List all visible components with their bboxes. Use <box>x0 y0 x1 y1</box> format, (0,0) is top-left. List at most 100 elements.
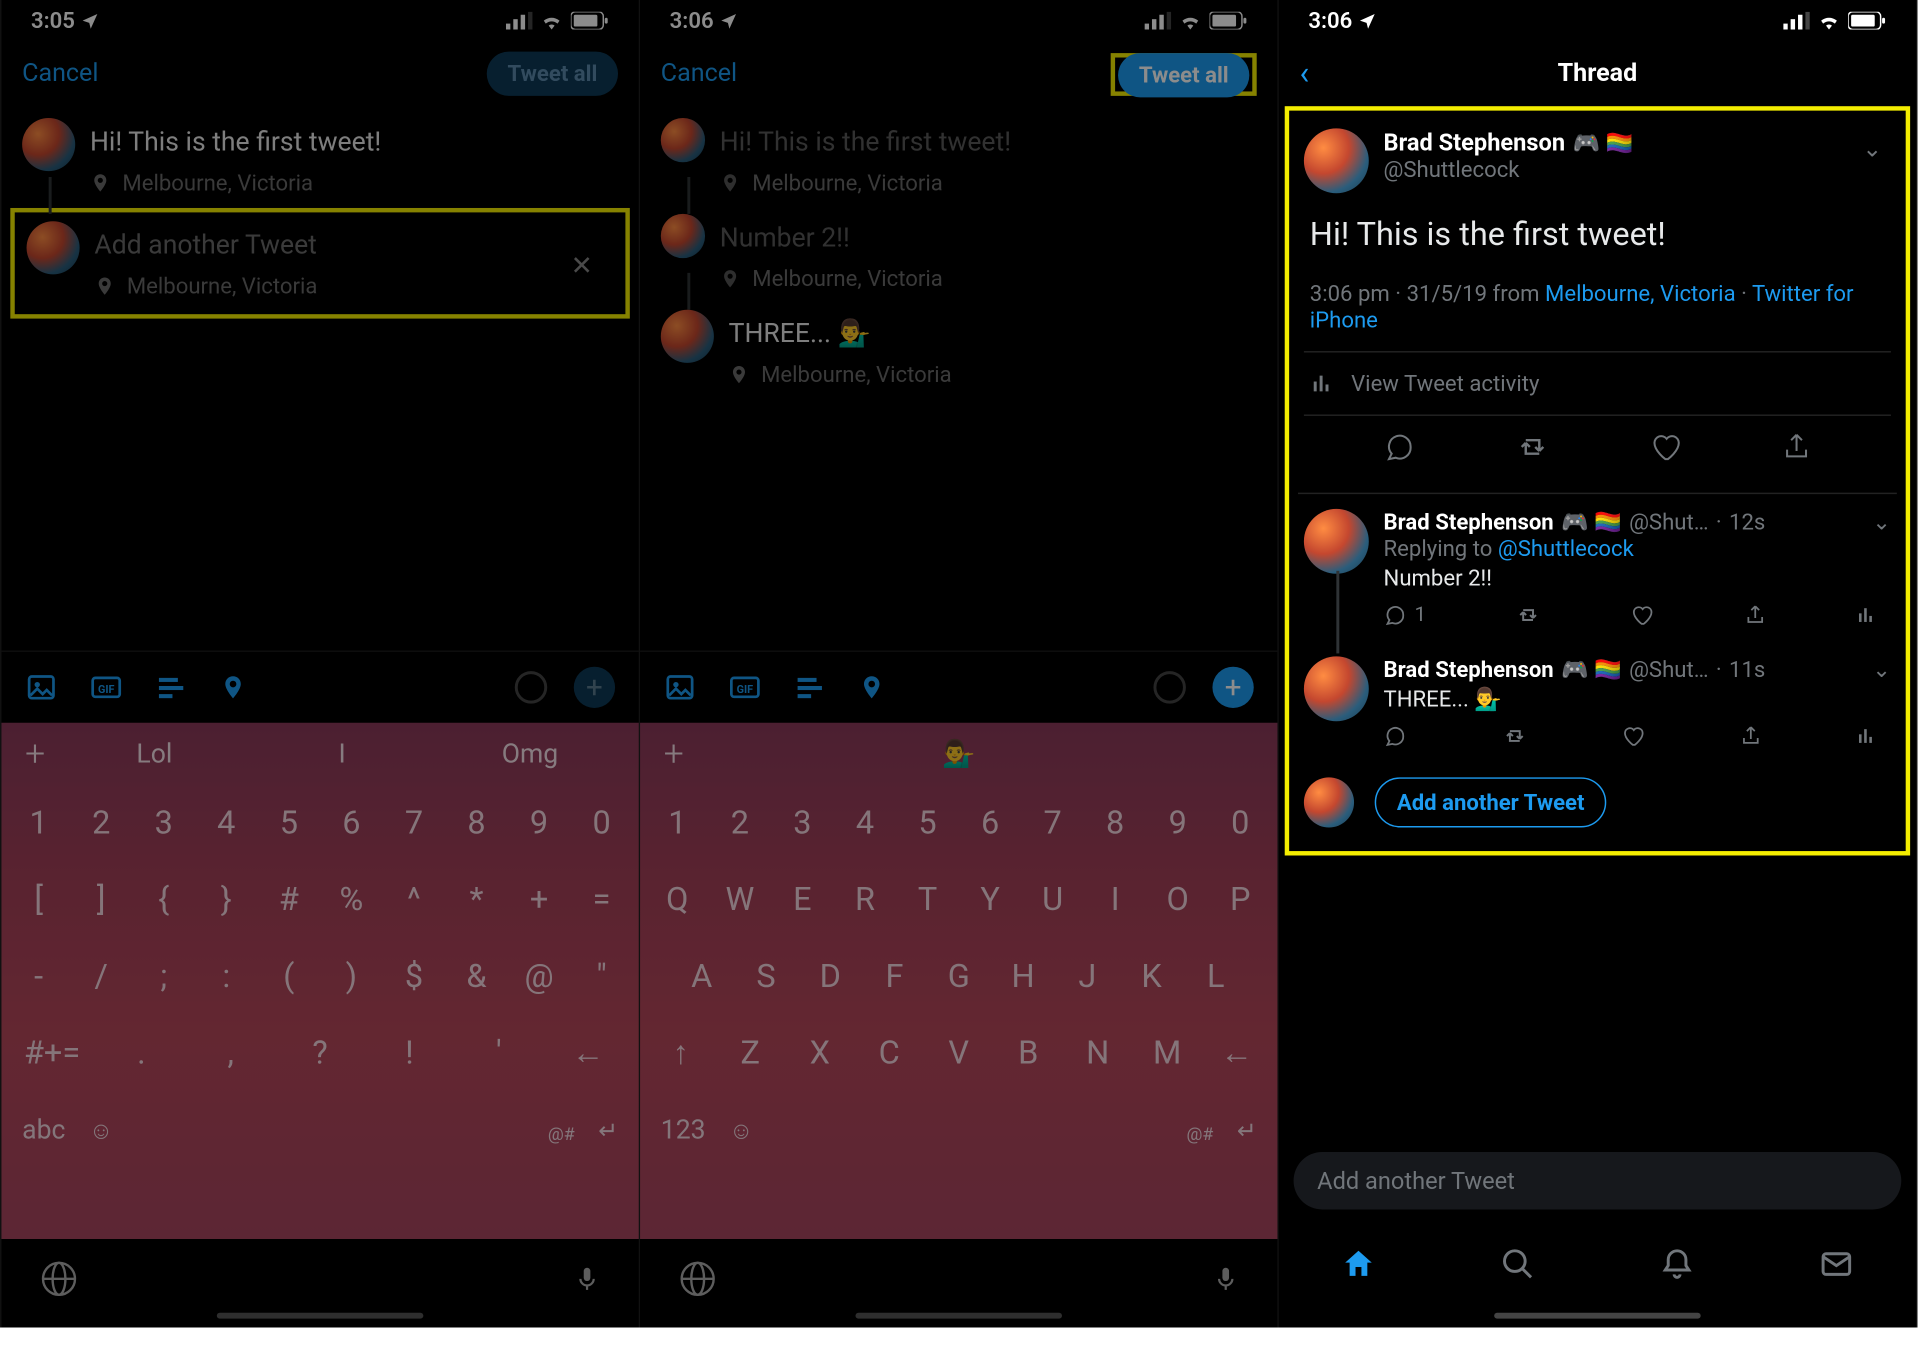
kb-key[interactable]: / <box>70 958 133 995</box>
tweet-all-button[interactable]: Tweet all <box>487 52 618 96</box>
chevron-down-icon[interactable]: ⌄ <box>1872 656 1891 683</box>
kb-key[interactable]: $ <box>383 958 446 995</box>
kb-key[interactable]: # <box>258 881 321 918</box>
kb-key[interactable]: 9 <box>508 805 571 842</box>
kb-key[interactable]: 1 <box>646 805 709 842</box>
kb-key[interactable]: ! <box>365 1035 454 1072</box>
kb-key[interactable]: 0 <box>1209 805 1272 842</box>
kb-key[interactable]: - <box>7 958 70 995</box>
kb-key[interactable]: * <box>445 881 508 918</box>
gif-icon[interactable]: GIF <box>90 671 122 703</box>
kb-key[interactable]: O <box>1146 881 1209 918</box>
like-icon[interactable] <box>1648 431 1680 463</box>
kb-key[interactable]: 2 <box>70 805 133 842</box>
like-icon[interactable] <box>1631 603 1655 627</box>
kb-key[interactable]: L <box>1184 958 1248 995</box>
kb-key[interactable]: F <box>862 958 926 995</box>
close-icon[interactable]: ✕ <box>571 251 593 282</box>
kb-suggestion[interactable]: Omg <box>436 738 624 769</box>
kb-key[interactable]: ) <box>320 958 383 995</box>
kb-key[interactable]: P <box>1209 881 1272 918</box>
kb-key[interactable]: 4 <box>195 805 258 842</box>
poll-icon[interactable] <box>794 671 826 703</box>
compose-tweet-1[interactable]: Hi! This is the first tweet! Melbourne, … <box>640 106 1277 202</box>
kb-key[interactable]: 3 <box>132 805 195 842</box>
kb-key[interactable]: ( <box>258 958 321 995</box>
reply-input-bar[interactable]: Add another Tweet <box>1294 1152 1902 1210</box>
kb-enter-key[interactable]: ↵ <box>1237 1116 1257 1144</box>
kb-key[interactable]: + <box>508 881 571 918</box>
like-icon[interactable] <box>1621 724 1645 748</box>
location-row[interactable]: Melbourne, Victoria <box>720 266 1257 293</box>
kb-key[interactable]: 6 <box>959 805 1022 842</box>
analytics-icon[interactable] <box>1856 603 1877 627</box>
compose-tweet-1[interactable]: Hi! This is the first tweet! Melbourne, … <box>1 106 638 202</box>
reply-icon[interactable]: 1 <box>1384 603 1427 627</box>
keyboard[interactable]: + 💁‍♂️ 1234567890 QWERTYUIOP ASDFGHJKL ↑… <box>640 723 1277 1239</box>
kb-emoji-key[interactable]: ☺ <box>729 1116 753 1146</box>
kb-key[interactable]: A <box>670 958 734 995</box>
tweet-all-button[interactable]: Tweet all <box>1118 52 1249 96</box>
kb-key[interactable]: K <box>1119 958 1183 995</box>
home-indicator[interactable] <box>856 1313 1063 1319</box>
kb-key[interactable]: 9 <box>1146 805 1209 842</box>
kb-key[interactable]: N <box>1063 1035 1132 1072</box>
gif-icon[interactable]: GIF <box>729 671 761 703</box>
kb-key[interactable]: @ <box>508 958 571 995</box>
reply-icon[interactable] <box>1383 431 1415 463</box>
kb-key[interactable]: C <box>855 1035 924 1072</box>
kb-key[interactable]: S <box>734 958 798 995</box>
kb-at-key[interactable]: @# <box>548 1123 575 1144</box>
kb-key[interactable]: 0 <box>570 805 633 842</box>
kb-key[interactable]: " <box>570 958 633 995</box>
location-link[interactable]: Melbourne, Victoria <box>1545 280 1736 307</box>
kb-key[interactable]: 4 <box>834 805 897 842</box>
avatar[interactable] <box>1304 656 1369 721</box>
notifications-tab[interactable] <box>1659 1246 1694 1281</box>
compose-tweet-3[interactable]: THREE... 💁‍♂️ Melbourne, Victoria <box>640 298 1277 394</box>
kb-key[interactable]: E <box>771 881 834 918</box>
keyboard[interactable]: + Lol I Omg 1234567890 []{}#%^*+= -/;:()… <box>1 723 638 1239</box>
kb-key[interactable]: ] <box>70 881 133 918</box>
reply-tweet-2[interactable]: Brad Stephenson 🎮 🏳️‍🌈 @Shut… · 11s ⌄ TH… <box>1298 642 1897 763</box>
kb-key[interactable]: } <box>195 881 258 918</box>
chevron-down-icon[interactable]: ⌄ <box>1872 509 1891 536</box>
kb-key[interactable]: ' <box>454 1035 543 1072</box>
kb-key[interactable]: 5 <box>896 805 959 842</box>
kb-key[interactable]: ? <box>275 1035 364 1072</box>
kb-key[interactable]: 7 <box>383 805 446 842</box>
kb-key[interactable]: = <box>570 881 633 918</box>
kb-key[interactable]: 8 <box>1084 805 1147 842</box>
share-icon[interactable] <box>1743 603 1767 627</box>
back-button[interactable]: ‹ <box>1299 55 1309 92</box>
kb-key[interactable]: T <box>896 881 959 918</box>
retweet-icon[interactable] <box>1515 603 1542 627</box>
kb-key[interactable]: #+= <box>7 1035 96 1072</box>
photo-icon[interactable] <box>25 671 57 703</box>
kb-key[interactable]: : <box>195 958 258 995</box>
kb-suggestion[interactable]: 💁‍♂️ <box>699 738 1218 769</box>
kb-key[interactable]: ← <box>1202 1034 1271 1072</box>
kb-key[interactable]: . <box>97 1035 186 1072</box>
kb-key[interactable]: B <box>993 1035 1062 1072</box>
kb-key[interactable]: 1 <box>7 805 70 842</box>
location-icon[interactable] <box>220 671 247 703</box>
location-row[interactable]: Melbourne, Victoria <box>94 273 613 300</box>
kb-key[interactable]: 3 <box>771 805 834 842</box>
kb-suggestion[interactable]: I <box>248 738 436 769</box>
share-icon[interactable] <box>1780 431 1812 463</box>
retweet-icon[interactable] <box>1514 431 1549 463</box>
kb-key[interactable]: % <box>320 881 383 918</box>
kb-key[interactable]: U <box>1021 881 1084 918</box>
chevron-down-icon[interactable]: ⌄ <box>1862 134 1882 162</box>
mic-icon[interactable] <box>1212 1260 1239 1298</box>
globe-icon[interactable] <box>679 1260 717 1298</box>
add-another-button[interactable]: Add another Tweet <box>1375 777 1607 827</box>
kb-key[interactable]: 6 <box>320 805 383 842</box>
kb-key[interactable]: ↑ <box>646 1034 715 1072</box>
analytics-icon[interactable] <box>1856 724 1877 748</box>
kb-key[interactable]: X <box>785 1035 854 1072</box>
photo-icon[interactable] <box>664 671 696 703</box>
kb-emoji-key[interactable]: ☺ <box>89 1116 113 1146</box>
add-tweet-button[interactable]: + <box>1212 667 1253 708</box>
